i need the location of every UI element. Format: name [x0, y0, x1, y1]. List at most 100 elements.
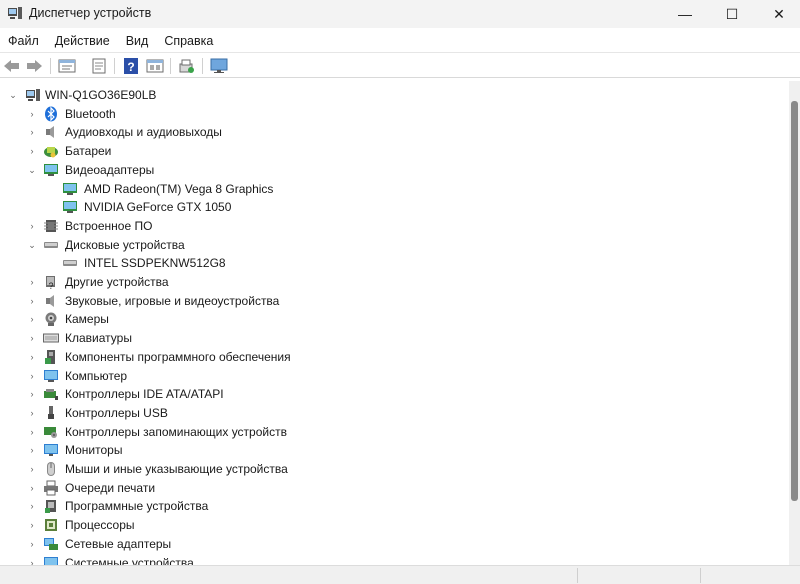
tree-category[interactable]: › Контроллеры запоминающих устройств [0, 423, 500, 442]
computer-host-icon [26, 89, 40, 101]
tree-root-label: WIN-Q1GO36E90LB [45, 88, 157, 102]
close-button[interactable]: ✕ [756, 0, 800, 28]
display-adapter-icon [63, 182, 77, 195]
expand-toggle-icon[interactable]: ⌄ [8, 90, 18, 100]
vertical-scrollbar[interactable] [789, 81, 800, 565]
expand-toggle-icon[interactable]: › [27, 427, 37, 437]
tree-category-label: Компьютер [65, 368, 128, 383]
properties-button[interactable] [57, 57, 77, 75]
unknown-device-icon: ? [46, 276, 55, 290]
tree-device-label: AMD Radeon(TM) Vega 8 Graphics [84, 181, 274, 196]
expand-toggle-icon[interactable]: › [27, 352, 37, 362]
tree-category[interactable]: › Встроенное ПО [0, 217, 500, 236]
menu-bar: Файл Действие Вид Справка [0, 30, 800, 52]
tree-category-label: Bluetooth [65, 106, 116, 121]
help-icon: ? [124, 58, 138, 74]
tree-category[interactable]: › Компьютер [0, 367, 500, 386]
svg-text:?: ? [48, 281, 53, 290]
tree-category-label: Очереди печати [65, 480, 156, 495]
status-bar [0, 565, 800, 584]
tree-category-label: Видеоадаптеры [65, 162, 155, 177]
scan-hardware-button[interactable] [177, 57, 197, 75]
collapse-toggle-icon[interactable]: ⌄ [27, 165, 37, 175]
tree-category-label: Встроенное ПО [65, 218, 153, 233]
expand-toggle-icon[interactable]: › [27, 483, 37, 493]
tree-category[interactable]: › Звуковые, игровые и видеоустройства [0, 292, 500, 311]
menu-file[interactable]: Файл [0, 30, 47, 52]
tree-device[interactable]: AMD Radeon(TM) Vega 8 Graphics [0, 180, 500, 199]
tree-category[interactable]: › Батареи [0, 142, 500, 161]
tree-category[interactable]: › Процессоры [0, 516, 500, 535]
tree-category[interactable]: ⌄ Видеоадаптеры [0, 161, 500, 180]
expand-toggle-icon[interactable]: › [27, 221, 37, 231]
tree-category[interactable]: › Камеры [0, 310, 500, 329]
forward-icon [27, 60, 42, 72]
help-button[interactable]: ? [121, 57, 141, 75]
collapse-toggle-icon[interactable]: ⌄ [27, 240, 37, 250]
expand-toggle-icon[interactable]: › [27, 127, 37, 137]
minimize-icon: — [678, 6, 692, 22]
expand-toggle-icon[interactable]: › [27, 464, 37, 474]
tree-category[interactable]: ⌄ Дисковые устройства [0, 236, 500, 255]
ide-controller-icon [44, 389, 58, 401]
expand-toggle-icon[interactable]: › [27, 539, 37, 549]
tree-category[interactable]: › Контроллеры USB [0, 404, 500, 423]
tree-device[interactable]: NVIDIA GeForce GTX 1050 [0, 198, 500, 217]
expand-toggle-icon[interactable]: › [27, 146, 37, 156]
tree-category[interactable]: ›? Другие устройства [0, 273, 500, 292]
tree-category-label: Дисковые устройства [65, 237, 185, 252]
minimize-button[interactable]: — [662, 0, 708, 28]
tree-category[interactable]: › Мыши и иные указывающие устройства [0, 460, 500, 479]
tree-category[interactable]: › Контроллеры IDE ATA/ATAPI [0, 385, 500, 404]
tree-device[interactable]: INTEL SSDPEKNW512G8 [0, 254, 500, 273]
tree-category[interactable]: › Программные устройства [0, 497, 500, 516]
expand-toggle-icon[interactable]: › [27, 314, 37, 324]
show-hidden-button[interactable] [145, 57, 165, 75]
monitor-icon [210, 58, 228, 73]
update-driver-button[interactable] [89, 57, 109, 75]
menu-help[interactable]: Справка [156, 30, 221, 52]
expand-toggle-icon[interactable]: › [27, 558, 37, 566]
tree-category[interactable]: › Сетевые адаптеры [0, 535, 500, 554]
device-manager-app-icon [8, 7, 22, 19]
toolbar-separator [170, 58, 171, 74]
expand-toggle-icon[interactable]: › [27, 296, 37, 306]
printer-icon [44, 480, 58, 496]
monitor-icon [44, 444, 58, 457]
tree-root[interactable]: ⌄ WIN-Q1GO36E90LB [0, 86, 300, 105]
software-device-icon [45, 500, 56, 514]
expand-toggle-icon[interactable]: › [27, 277, 37, 287]
back-button[interactable] [2, 57, 22, 75]
maximize-button[interactable]: ☐ [709, 0, 755, 28]
tree-category[interactable]: › Компоненты программного обеспечения [0, 348, 500, 367]
tree-device-label: INTEL SSDPEKNW512G8 [84, 256, 226, 271]
tree-category[interactable]: › Клавиатуры [0, 329, 500, 348]
tree-category[interactable]: › Аудиовходы и аудиовыходы [0, 123, 500, 142]
tree-category[interactable]: › Мониторы [0, 441, 500, 460]
tree-category-label: Процессоры [65, 518, 135, 533]
forward-button[interactable] [24, 57, 44, 75]
expand-toggle-icon[interactable]: › [27, 445, 37, 455]
expand-toggle-icon[interactable]: › [27, 371, 37, 381]
tree-category[interactable]: › Bluetooth [0, 105, 500, 124]
expand-toggle-icon[interactable]: › [27, 333, 37, 343]
expand-toggle-icon[interactable]: › [27, 109, 37, 119]
toolbar-separator [50, 58, 51, 74]
expand-toggle-icon[interactable]: › [27, 389, 37, 399]
usb-icon [48, 405, 54, 419]
tree-category-label: Мыши и иные указывающие устройства [65, 462, 288, 476]
tree-category-label: Камеры [65, 312, 109, 327]
expand-toggle-icon[interactable]: › [27, 501, 37, 511]
display-adapter-icon [44, 163, 58, 176]
expand-toggle-icon[interactable]: › [27, 520, 37, 530]
menu-view[interactable]: Вид [118, 30, 157, 52]
menu-action[interactable]: Действие [47, 30, 118, 52]
tree-category[interactable]: › Системные устройства [0, 554, 500, 566]
tree-category-label: Контроллеры запоминающих устройств [65, 424, 287, 439]
toolbar: ? [0, 52, 800, 78]
monitor-button[interactable] [209, 57, 229, 75]
tree-category[interactable]: › Очереди печати [0, 479, 500, 498]
scrollbar-thumb[interactable] [791, 101, 798, 501]
expand-toggle-icon[interactable]: › [27, 408, 37, 418]
disk-icon [63, 260, 77, 267]
